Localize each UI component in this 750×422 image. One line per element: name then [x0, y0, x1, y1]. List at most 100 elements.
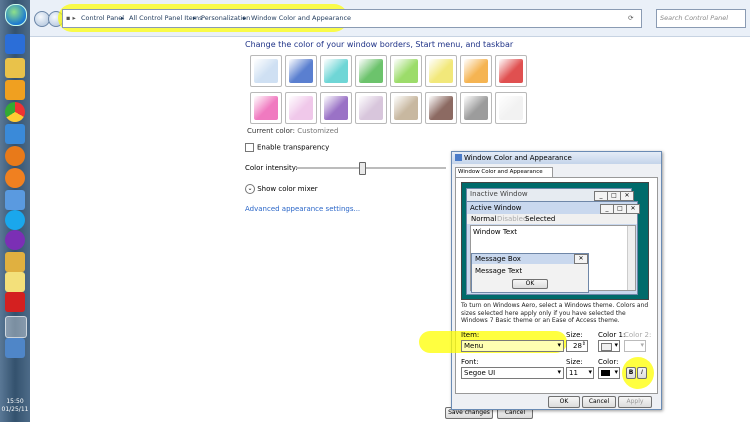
breadcrumb-window-color[interactable]: Window Color and Appearance: [251, 14, 351, 22]
transparency-checkbox[interactable]: [245, 143, 254, 152]
swatch-glass: [464, 96, 488, 120]
color2-label: Color 2:: [624, 331, 652, 339]
explorer-folder-icon[interactable]: [5, 58, 25, 78]
color-swatch[interactable]: [250, 55, 282, 87]
item-select[interactable]: Menu ▾: [461, 340, 564, 352]
color-swatch[interactable]: [355, 55, 387, 87]
yahoo-messenger-icon[interactable]: [5, 230, 25, 250]
dialog-titlebar[interactable]: Window Color and Appearance: [452, 152, 661, 164]
color-swatch[interactable]: [390, 92, 422, 124]
swatch-glass: [359, 59, 383, 83]
advanced-appearance-link[interactable]: Advanced appearance settings...: [245, 205, 360, 213]
control-panel-icon[interactable]: [5, 316, 27, 338]
message-text: Message Text: [475, 267, 523, 275]
color-swatch[interactable]: [285, 55, 317, 87]
start-orb-icon[interactable]: [5, 4, 27, 26]
message-box-title: Message Box: [475, 255, 521, 263]
color-mixer-label: Show color mixer: [257, 185, 318, 193]
breadcrumb-separator-icon[interactable]: ▸: [243, 14, 246, 22]
network-icon[interactable]: [5, 124, 25, 144]
inactive-window-title: Inactive Window: [470, 190, 528, 198]
outlook-icon[interactable]: [5, 80, 25, 100]
skype-icon[interactable]: [5, 210, 25, 230]
font-size-select[interactable]: 11 ▾: [566, 367, 594, 379]
active-window-title: Active Window: [470, 204, 522, 212]
info-text: To turn on Windows Aero, select a Window…: [461, 302, 649, 324]
size-value: 28: [573, 342, 582, 350]
window-color-appearance-dialog: Window Color and Appearance Window Color…: [419, 151, 662, 410]
menu-normal: Normal: [471, 215, 497, 223]
color-swatch[interactable]: [355, 92, 387, 124]
system-clock[interactable]: 15:50 01/25/11: [0, 398, 30, 414]
intensity-slider-track[interactable]: [296, 167, 446, 169]
spinner-icon: ⇕: [581, 341, 586, 347]
dialog-apply-button[interactable]: Apply: [618, 396, 652, 408]
color2-picker[interactable]: ▾: [624, 340, 646, 352]
clock-date: 01/25/11: [1, 406, 29, 413]
color-swatch[interactable]: [320, 92, 352, 124]
color-swatch[interactable]: [460, 55, 492, 87]
firefox-icon[interactable]: [5, 146, 25, 166]
size-stepper[interactable]: 28 ⇕: [566, 340, 588, 352]
minimize-icon: _: [594, 191, 608, 201]
refresh-icon[interactable]: ⟳: [628, 14, 633, 22]
taskbar: 15:50 01/25/11: [0, 0, 30, 422]
swatch-glass: [254, 96, 278, 120]
control-panel-icon: ▪ ▸: [66, 14, 76, 22]
display-icon[interactable]: [5, 338, 25, 358]
font-select[interactable]: Segoe UI ▾: [461, 367, 564, 379]
italic-button[interactable]: I: [637, 367, 647, 379]
document-icon[interactable]: [5, 272, 25, 292]
color-swatch[interactable]: [425, 55, 457, 87]
font-size-value: 11: [569, 369, 578, 377]
font-color-picker[interactable]: ▾: [598, 367, 620, 379]
breadcrumb-control-panel[interactable]: Control Panel: [81, 14, 124, 22]
breadcrumb-all-items[interactable]: All Control Panel Items: [129, 14, 202, 22]
color-mixer-toggle[interactable]: ⌄ Show color mixer: [245, 184, 318, 194]
color-swatch[interactable]: [495, 55, 527, 87]
color-swatch[interactable]: [425, 92, 457, 124]
transparency-option[interactable]: Enable transparency: [245, 143, 329, 152]
breadcrumb-separator-icon[interactable]: ▸: [193, 14, 196, 22]
media-player-icon[interactable]: [5, 168, 25, 188]
color1-swatch: [601, 343, 612, 351]
swatch-glass: [254, 59, 278, 83]
swatch-glass: [394, 59, 418, 83]
font-color-label: Color:: [598, 358, 619, 366]
window-text: Window Text: [473, 228, 517, 236]
color-swatch[interactable]: [250, 92, 282, 124]
preview-message-box: Message Box ✕ Message Text OK: [471, 253, 589, 293]
color-swatch[interactable]: [390, 55, 422, 87]
color-swatch[interactable]: [495, 92, 527, 124]
item-label: Item:: [461, 331, 480, 339]
swatch-glass: [499, 96, 523, 120]
breadcrumb-separator-icon[interactable]: ▸: [121, 14, 124, 22]
color-swatch[interactable]: [320, 55, 352, 87]
chrome-icon[interactable]: [5, 102, 25, 122]
item-value: Menu: [464, 342, 484, 350]
dialog-ok-button[interactable]: OK: [548, 396, 580, 408]
color-swatch[interactable]: [285, 92, 317, 124]
computer-icon[interactable]: [5, 34, 25, 54]
color1-picker[interactable]: ▾: [598, 340, 620, 352]
screenshot-tool-icon[interactable]: [5, 190, 25, 210]
paint-icon[interactable]: [5, 252, 25, 272]
chevron-down-icon: ⌄: [245, 184, 255, 194]
chevron-down-icon: ▾: [588, 368, 592, 376]
red-app-icon[interactable]: [5, 292, 25, 312]
bold-button[interactable]: B: [626, 367, 636, 379]
intensity-slider-thumb[interactable]: [359, 162, 366, 175]
maximize-icon: □: [613, 204, 627, 214]
menu-disabled: Disabled: [497, 215, 528, 223]
color-swatch[interactable]: [460, 92, 492, 124]
swatch-glass: [289, 96, 313, 120]
current-color: Current color: Customized: [247, 127, 338, 135]
dialog-cancel-button[interactable]: Cancel: [582, 396, 616, 408]
font-value: Segoe UI: [464, 369, 496, 377]
search-placeholder: Search Control Panel: [660, 14, 729, 22]
transparency-label: Enable transparency: [257, 143, 330, 152]
dialog-app-icon: [455, 154, 462, 161]
font-size-label: Size:: [566, 358, 583, 366]
search-input[interactable]: Search Control Panel: [656, 9, 746, 28]
address-bar[interactable]: ▪ ▸ Control Panel ▸ All Control Panel It…: [62, 9, 642, 28]
